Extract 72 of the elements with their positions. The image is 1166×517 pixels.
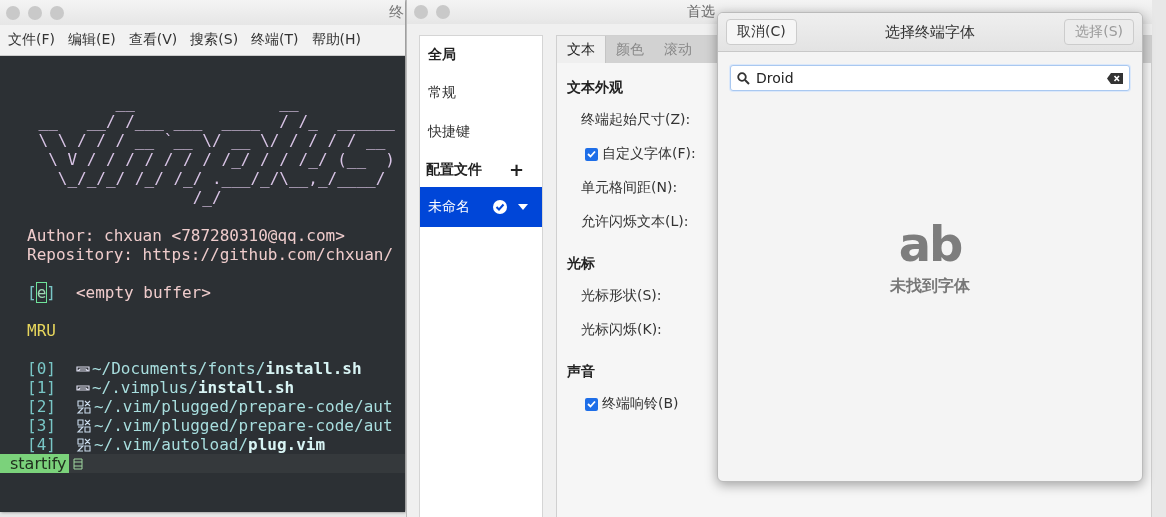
- tab[interactable]: 文本: [557, 36, 606, 63]
- ascii-art-line: __ __/ /___ ___ ____ / /_ ______: [37, 112, 395, 131]
- window-control-button[interactable]: [28, 5, 42, 20]
- window-title: 终: [389, 3, 405, 22]
- sidebar-item[interactable]: 常规: [420, 74, 542, 113]
- section-heading: 文本外观: [567, 79, 624, 97]
- entry-index: [0]: [27, 359, 56, 378]
- profile-item[interactable]: 未命名: [420, 187, 542, 227]
- file-path-link[interactable]: ~/.vim/autoload/plug.vim: [93, 435, 326, 454]
- add-profile-button[interactable]: +: [508, 159, 524, 180]
- setting-label: 允许闪烁文本(L):: [581, 213, 689, 231]
- window-title: 首选: [687, 3, 715, 21]
- bracket: [: [27, 283, 37, 302]
- grid-file-icon: [75, 417, 92, 434]
- grid-file-icon: [75, 398, 92, 415]
- setting-label: 单元格间距(N):: [581, 179, 678, 197]
- window-control-button[interactable]: [6, 5, 20, 20]
- buffer-entry[interactable]: <empty buffer>: [75, 283, 211, 302]
- checkbox[interactable]: [585, 397, 598, 411]
- menu-item[interactable]: 搜索(S): [190, 31, 239, 49]
- search-input[interactable]: Droid: [756, 70, 1101, 86]
- setting-label: 光标形状(S):: [581, 287, 662, 305]
- entry-index: [2]: [27, 397, 56, 416]
- cancel-button[interactable]: 取消(C): [726, 19, 797, 45]
- font-icon: ab: [898, 219, 962, 268]
- lock-icon: [72, 457, 83, 470]
- entry-index: [1]: [27, 378, 56, 397]
- section-heading: 声音: [567, 363, 596, 381]
- section-heading: MRU: [27, 321, 56, 340]
- menu-item[interactable]: 帮助(H): [311, 31, 362, 49]
- file-path-link[interactable]: ~/.vim/plugged/prepare-code/aut: [93, 416, 393, 435]
- ascii-art-line: \ V / / / / / / / /_/ / / /_/ (__ ): [47, 150, 395, 169]
- sidebar-heading: 全局: [427, 45, 457, 64]
- status-mode: startify: [0, 454, 69, 473]
- window-control-button[interactable]: [50, 5, 64, 20]
- ascii-art-line: __ __: [114, 93, 299, 112]
- ascii-art-line: /_/: [191, 188, 222, 207]
- search-field[interactable]: Droid: [730, 65, 1130, 91]
- setting-label: 终端起始尺寸(Z):: [581, 111, 691, 129]
- checkbox-label[interactable]: 终端响铃(B): [602, 395, 679, 413]
- caret-icon[interactable]: [518, 204, 528, 210]
- entry-index: [4]: [27, 435, 56, 454]
- menu-item[interactable]: 查看(V): [128, 31, 178, 49]
- search-icon: [737, 71, 750, 85]
- sidebar-item[interactable]: 快捷键: [420, 113, 542, 152]
- terminal-file-icon: [75, 384, 90, 391]
- setting-label: 光标闪烁(K):: [581, 321, 662, 339]
- menu-item[interactable]: 文件(F): [8, 31, 55, 49]
- section-heading: 光标: [567, 255, 596, 273]
- file-path-link[interactable]: ~/.vimplus/install.sh: [91, 378, 295, 397]
- dialog-title: 选择终端字体: [885, 22, 976, 42]
- bracket: ]: [46, 283, 56, 302]
- repository-line: Repository: https://github.com/chxuan/: [27, 245, 394, 264]
- checkbox-label[interactable]: 自定义字体(F):: [602, 145, 696, 163]
- empty-message: 未找到字体: [890, 275, 970, 297]
- grid-file-icon: [75, 436, 92, 453]
- menu-item[interactable]: 编辑(E): [68, 31, 116, 49]
- window-control-button[interactable]: [414, 5, 428, 19]
- window-control-button[interactable]: [436, 5, 450, 19]
- sidebar-heading: 配置文件: [426, 160, 482, 179]
- author-line: Author: chxuan <787280310@qq.com>: [27, 226, 345, 245]
- buffer-key[interactable]: e: [36, 283, 47, 302]
- checkbox[interactable]: [585, 147, 598, 161]
- profile-name: 未命名: [428, 198, 470, 216]
- terminal-file-icon: [75, 365, 90, 372]
- file-path-link[interactable]: ~/Documents/fonts/install.sh: [91, 359, 362, 378]
- file-path-link[interactable]: ~/.vim/plugged/prepare-code/aut: [93, 397, 393, 416]
- entry-index: [3]: [27, 416, 56, 435]
- ascii-art-line: \ \ / / / __ `__ \/ __ \/ / / / / __: [37, 131, 386, 150]
- menu-item[interactable]: 终端(T): [251, 31, 299, 49]
- ascii-art-line: \_/_/_/ /_/ /_/ .___/_/\__,_/____/: [56, 169, 386, 188]
- clear-icon[interactable]: [1107, 72, 1123, 84]
